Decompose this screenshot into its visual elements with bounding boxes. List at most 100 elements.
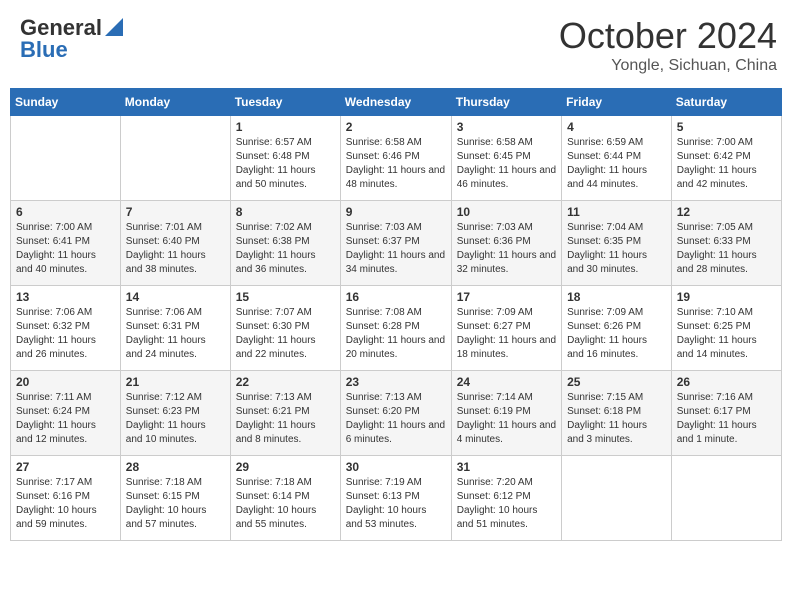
- day-info: Sunrise: 7:11 AMSunset: 6:24 PMDaylight:…: [16, 391, 115, 447]
- calendar-cell: 24 Sunrise: 7:14 AMSunset: 6:19 PMDayligh…: [451, 371, 561, 456]
- day-info: Sunrise: 7:06 AMSunset: 6:31 PMDaylight:…: [126, 306, 225, 362]
- calendar-cell: 11 Sunrise: 7:04 AMSunset: 6:35 PMDayligh…: [562, 201, 672, 286]
- day-number: 31: [457, 460, 556, 474]
- calendar-cell: 22 Sunrise: 7:13 AMSunset: 6:21 PMDayligh…: [230, 371, 340, 456]
- calendar-cell: 3Sunrise: 6:58 AMSunset: 6:45 PMDaylight…: [451, 116, 561, 201]
- day-number: 4: [567, 120, 666, 134]
- day-number: 9: [346, 205, 446, 219]
- day-info: Sunrise: 7:09 AMSunset: 6:27 PMDaylight:…: [457, 306, 556, 362]
- day-number: 11: [567, 205, 666, 219]
- day-info: Sunrise: 7:00 AMSunset: 6:42 PMDaylight:…: [677, 136, 776, 192]
- day-info: Sunrise: 7:09 AMSunset: 6:26 PMDaylight:…: [567, 306, 666, 362]
- day-info: Sunrise: 7:10 AMSunset: 6:25 PMDaylight:…: [677, 306, 776, 362]
- calendar-table: SundayMondayTuesdayWednesdayThursdayFrid…: [10, 88, 782, 541]
- day-number: 24: [457, 375, 556, 389]
- calendar-cell: 7 Sunrise: 7:01 AMSunset: 6:40 PMDaylight…: [120, 201, 230, 286]
- calendar-week-row: 20 Sunrise: 7:11 AMSunset: 6:24 PMDayligh…: [11, 371, 782, 456]
- day-info: Sunrise: 7:18 AMSunset: 6:15 PMDaylight:…: [126, 476, 225, 532]
- day-info: Sunrise: 7:16 AMSunset: 6:17 PMDaylight:…: [677, 391, 776, 447]
- weekday-header: Monday: [120, 89, 230, 116]
- calendar-week-row: 27Sunrise: 7:17 AMSunset: 6:16 PMDayligh…: [11, 456, 782, 541]
- weekday-header: Sunday: [11, 89, 121, 116]
- day-info: Sunrise: 7:03 AMSunset: 6:37 PMDaylight:…: [346, 221, 446, 277]
- day-number: 22: [236, 375, 335, 389]
- day-info: Sunrise: 7:19 AMSunset: 6:13 PMDaylight:…: [346, 476, 446, 532]
- day-info: Sunrise: 6:57 AMSunset: 6:48 PMDaylight:…: [236, 136, 335, 192]
- location: Yongle, Sichuan, China: [559, 57, 777, 75]
- day-number: 13: [16, 290, 115, 304]
- calendar-cell: 16Sunrise: 7:08 AMSunset: 6:28 PMDayligh…: [340, 286, 451, 371]
- weekday-header: Wednesday: [340, 89, 451, 116]
- calendar-cell: 13 Sunrise: 7:06 AMSunset: 6:32 PMDayligh…: [11, 286, 121, 371]
- day-info: Sunrise: 7:05 AMSunset: 6:33 PMDaylight:…: [677, 221, 776, 277]
- day-number: 12: [677, 205, 776, 219]
- day-number: 3: [457, 120, 556, 134]
- day-info: Sunrise: 7:14 AMSunset: 6:19 PMDaylight:…: [457, 391, 556, 447]
- day-info: Sunrise: 7:18 AMSunset: 6:14 PMDaylight:…: [236, 476, 335, 532]
- calendar-cell: 14Sunrise: 7:06 AMSunset: 6:31 PMDayligh…: [120, 286, 230, 371]
- calendar-cell: 4 Sunrise: 6:59 AMSunset: 6:44 PMDaylight…: [562, 116, 672, 201]
- calendar-cell: 29 Sunrise: 7:18 AMSunset: 6:14 PMDayligh…: [230, 456, 340, 541]
- day-number: 19: [677, 290, 776, 304]
- weekday-header: Friday: [562, 89, 672, 116]
- calendar-cell: 17 Sunrise: 7:09 AMSunset: 6:27 PMDayligh…: [451, 286, 561, 371]
- day-info: Sunrise: 7:15 AMSunset: 6:18 PMDaylight:…: [567, 391, 666, 447]
- day-number: 25: [567, 375, 666, 389]
- weekday-header: Thursday: [451, 89, 561, 116]
- day-info: Sunrise: 7:13 AMSunset: 6:21 PMDaylight:…: [236, 391, 335, 447]
- page-header: General Blue October 2024 Yongle, Sichua…: [10, 10, 782, 80]
- weekday-header: Saturday: [671, 89, 781, 116]
- calendar-cell: 19 Sunrise: 7:10 AMSunset: 6:25 PMDayligh…: [671, 286, 781, 371]
- calendar-header-row: SundayMondayTuesdayWednesdayThursdayFrid…: [11, 89, 782, 116]
- calendar-cell: 25 Sunrise: 7:15 AMSunset: 6:18 PMDayligh…: [562, 371, 672, 456]
- day-number: 6: [16, 205, 115, 219]
- day-info: Sunrise: 7:07 AMSunset: 6:30 PMDaylight:…: [236, 306, 335, 362]
- calendar-cell: 30 Sunrise: 7:19 AMSunset: 6:13 PMDayligh…: [340, 456, 451, 541]
- calendar-cell: 21 Sunrise: 7:12 AMSunset: 6:23 PMDayligh…: [120, 371, 230, 456]
- day-number: 27: [16, 460, 115, 474]
- day-number: 20: [16, 375, 115, 389]
- day-number: 28: [126, 460, 225, 474]
- day-number: 2: [346, 120, 446, 134]
- day-number: 5: [677, 120, 776, 134]
- day-number: 23: [346, 375, 446, 389]
- calendar-cell: 15 Sunrise: 7:07 AMSunset: 6:30 PMDayligh…: [230, 286, 340, 371]
- day-number: 29: [236, 460, 335, 474]
- calendar-cell: 1 Sunrise: 6:57 AMSunset: 6:48 PMDaylight…: [230, 116, 340, 201]
- day-number: 17: [457, 290, 556, 304]
- calendar-cell: [120, 116, 230, 201]
- day-info: Sunrise: 6:59 AMSunset: 6:44 PMDaylight:…: [567, 136, 666, 192]
- day-number: 26: [677, 375, 776, 389]
- calendar-cell: 27Sunrise: 7:17 AMSunset: 6:16 PMDayligh…: [11, 456, 121, 541]
- logo: General Blue: [20, 15, 123, 63]
- calendar-cell: 18 Sunrise: 7:09 AMSunset: 6:26 PMDayligh…: [562, 286, 672, 371]
- day-number: 15: [236, 290, 335, 304]
- calendar-cell: 5 Sunrise: 7:00 AMSunset: 6:42 PMDaylight…: [671, 116, 781, 201]
- day-info: Sunrise: 7:06 AMSunset: 6:32 PMDaylight:…: [16, 306, 115, 362]
- month-title: October 2024: [559, 15, 777, 57]
- calendar-cell: 28 Sunrise: 7:18 AMSunset: 6:15 PMDayligh…: [120, 456, 230, 541]
- calendar-week-row: 13 Sunrise: 7:06 AMSunset: 6:32 PMDayligh…: [11, 286, 782, 371]
- day-number: 10: [457, 205, 556, 219]
- day-info: Sunrise: 7:12 AMSunset: 6:23 PMDaylight:…: [126, 391, 225, 447]
- logo-blue-text: Blue: [20, 37, 68, 63]
- day-info: Sunrise: 7:04 AMSunset: 6:35 PMDaylight:…: [567, 221, 666, 277]
- title-area: October 2024 Yongle, Sichuan, China: [559, 15, 777, 75]
- day-info: Sunrise: 7:13 AMSunset: 6:20 PMDaylight:…: [346, 391, 446, 447]
- day-info: Sunrise: 7:03 AMSunset: 6:36 PMDaylight:…: [457, 221, 556, 277]
- day-info: Sunrise: 7:20 AMSunset: 6:12 PMDaylight:…: [457, 476, 556, 532]
- day-number: 21: [126, 375, 225, 389]
- day-number: 8: [236, 205, 335, 219]
- day-info: Sunrise: 7:00 AMSunset: 6:41 PMDaylight:…: [16, 221, 115, 277]
- calendar-week-row: 6 Sunrise: 7:00 AMSunset: 6:41 PMDaylight…: [11, 201, 782, 286]
- day-number: 1: [236, 120, 335, 134]
- day-number: 30: [346, 460, 446, 474]
- calendar-cell: 2Sunrise: 6:58 AMSunset: 6:46 PMDaylight…: [340, 116, 451, 201]
- day-number: 16: [346, 290, 446, 304]
- day-info: Sunrise: 7:01 AMSunset: 6:40 PMDaylight:…: [126, 221, 225, 277]
- day-number: 18: [567, 290, 666, 304]
- calendar-cell: 6 Sunrise: 7:00 AMSunset: 6:41 PMDaylight…: [11, 201, 121, 286]
- weekday-header: Tuesday: [230, 89, 340, 116]
- day-number: 7: [126, 205, 225, 219]
- calendar-cell: [671, 456, 781, 541]
